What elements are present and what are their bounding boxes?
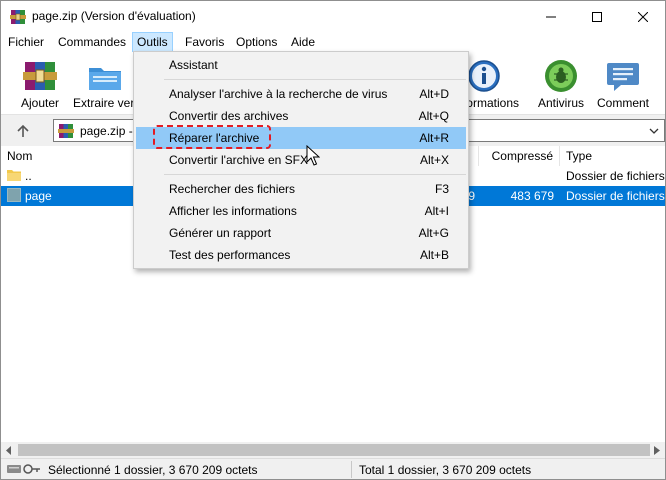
- path-dropdown-button[interactable]: [646, 122, 662, 139]
- menu-item-label: Rechercher des fichiers: [169, 182, 296, 196]
- comment-button[interactable]: Comment: [590, 54, 656, 112]
- menu-item-shortcut: Alt+I: [424, 204, 449, 218]
- menu-item-shortcut: Alt+B: [419, 248, 449, 262]
- scroll-right-button[interactable]: [649, 442, 665, 458]
- menu-item-label: Générer un rapport: [169, 226, 272, 240]
- menu-item-virus-scan[interactable]: Analyser l'archive à la recherche de vir…: [136, 83, 466, 105]
- app-window: page.zip (Version d'évaluation) Fichier …: [0, 0, 666, 480]
- title-bar: page.zip (Version d'évaluation): [1, 1, 665, 32]
- menu-aide[interactable]: Aide: [286, 32, 320, 52]
- menu-commandes[interactable]: Commandes: [53, 32, 131, 52]
- menu-outils[interactable]: Outils: [132, 32, 173, 52]
- antivirus-button[interactable]: Antivirus: [528, 54, 594, 112]
- chevron-right-icon: [654, 445, 660, 455]
- arrow-up-icon: [17, 124, 29, 137]
- horizontal-scrollbar[interactable]: [1, 442, 665, 458]
- add-button[interactable]: Ajouter: [7, 54, 73, 112]
- maximize-icon: [592, 11, 602, 22]
- minimize-button[interactable]: [528, 1, 574, 32]
- chevron-left-icon: [6, 445, 11, 455]
- add-button-label: Ajouter: [20, 96, 60, 110]
- status-total: Total 1 dossier, 3 670 209 octets: [359, 463, 532, 477]
- menu-item-generate-report[interactable]: Générer un rapport Alt+G: [136, 222, 466, 244]
- outils-menu: Assistant Analyser l'archive à la recher…: [133, 51, 469, 269]
- folder-icon: [7, 188, 21, 202]
- antivirus-button-label: Antivirus: [537, 96, 584, 110]
- path-text: page.zip -: [80, 124, 133, 138]
- mouse-cursor-icon: [306, 145, 320, 166]
- menu-item-shortcut: F3: [434, 182, 449, 196]
- column-header-packed[interactable]: Compressé: [479, 146, 560, 166]
- menu-separator: [164, 79, 466, 80]
- scrollbar-thumb[interactable]: [18, 444, 650, 456]
- row-type: Dossier de fichiers: [566, 169, 665, 183]
- menu-item-show-info[interactable]: Afficher les informations Alt+I: [136, 200, 466, 222]
- menu-item-label: Analyser l'archive à la recherche de vir…: [169, 87, 388, 101]
- close-icon: [638, 11, 648, 22]
- minimize-icon: [546, 16, 556, 17]
- drive-key-icon: [7, 464, 40, 474]
- row-name: ..: [25, 169, 32, 183]
- menu-item-shortcut: Alt+G: [418, 226, 449, 240]
- status-divider: [351, 461, 352, 478]
- status-bar: Sélectionné 1 dossier, 3 670 209 octets …: [1, 458, 665, 479]
- menu-bar: Fichier Commandes Outils Favoris Options…: [1, 32, 665, 52]
- menu-item-shortcut: Alt+D: [419, 87, 449, 101]
- annotation-highlight-box: [153, 125, 271, 149]
- close-button[interactable]: [620, 1, 665, 32]
- comment-icon: [607, 63, 639, 91]
- menu-favoris[interactable]: Favoris: [180, 32, 229, 52]
- menu-fichier[interactable]: Fichier: [3, 32, 49, 52]
- info-icon: [468, 60, 500, 92]
- folder-icon: [7, 170, 21, 181]
- menu-item-shortcut: Alt+X: [419, 153, 449, 167]
- extract-to-button-label: Extraire vers: [73, 96, 141, 110]
- menu-separator: [164, 174, 466, 175]
- add-archive-icon: [23, 62, 57, 90]
- menu-item-benchmark[interactable]: Test des performances Alt+B: [136, 244, 466, 266]
- menu-item-convert-sfx[interactable]: Convertir l'archive en SFX Alt+X: [136, 149, 466, 171]
- menu-item-label: Convertir l'archive en SFX: [169, 153, 309, 167]
- row-name: page: [25, 189, 52, 203]
- menu-options[interactable]: Options: [231, 32, 282, 52]
- menu-item-label: Afficher les informations: [169, 204, 297, 218]
- antivirus-icon: [545, 60, 577, 92]
- scroll-left-button[interactable]: [1, 442, 17, 458]
- menu-item-find-files[interactable]: Rechercher des fichiers F3: [136, 178, 466, 200]
- row-packed: 483 679: [510, 189, 554, 203]
- maximize-button[interactable]: [574, 1, 620, 32]
- status-selected: Sélectionné 1 dossier, 3 670 209 octets: [48, 463, 258, 477]
- chevron-down-icon: [649, 128, 659, 134]
- up-folder-button[interactable]: [13, 121, 33, 141]
- menu-item-label: Test des performances: [169, 248, 291, 262]
- menu-item-shortcut: Alt+Q: [418, 109, 449, 123]
- column-header-type[interactable]: Type: [560, 146, 665, 166]
- row-type: Dossier de fichiers: [566, 189, 665, 203]
- extract-icon: [89, 68, 121, 90]
- menu-item-convert-archives[interactable]: Convertir des archives Alt+Q: [136, 105, 466, 127]
- menu-item-label: Convertir des archives: [169, 109, 289, 123]
- menu-item-assistant[interactable]: Assistant: [136, 54, 466, 76]
- comment-button-label: Comment: [596, 96, 649, 110]
- archive-icon: [58, 124, 74, 138]
- winrar-app-icon: [10, 10, 26, 24]
- window-title: page.zip (Version d'évaluation): [32, 9, 196, 23]
- extract-to-button[interactable]: Extraire vers: [72, 54, 141, 112]
- menu-item-shortcut: Alt+R: [419, 131, 449, 145]
- menu-item-label: Assistant: [169, 58, 218, 72]
